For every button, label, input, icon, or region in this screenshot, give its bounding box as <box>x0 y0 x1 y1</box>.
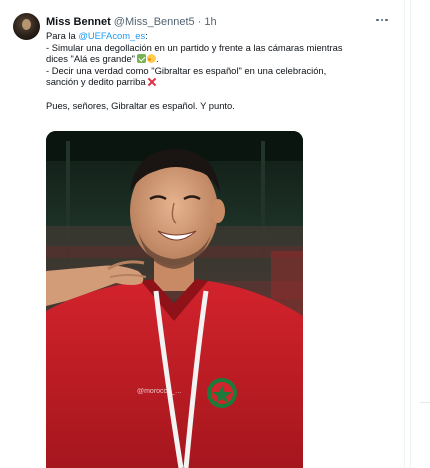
tweet-text-line: sanción y dedito parriba <box>46 76 376 88</box>
more-options-icon[interactable] <box>374 14 390 26</box>
tweet-text-line: - Decir una verdad como "Gibraltar es es… <box>46 64 327 76</box>
smiling-face-hearts-emoji-icon <box>147 54 156 64</box>
separator-dot: · <box>197 16 202 28</box>
right-sidebar-edge <box>410 0 430 468</box>
text-segment: : <box>145 30 148 41</box>
tweet-text-line: Para la @UEFAcom_es: <box>46 30 376 42</box>
avatar[interactable] <box>13 13 40 40</box>
tweet-text-line: - Simular una degollación en un partido … <box>46 41 343 53</box>
video-watermark: @morocco_… <box>137 388 182 395</box>
tweet-text-line: dices "Alá es grande". <box>46 53 376 65</box>
check-mark-emoji-icon <box>137 54 146 64</box>
text-segment: dices "Alá es grande" <box>46 53 135 65</box>
mention-link[interactable]: @UEFAcom_es <box>78 30 145 41</box>
tweet-media-video[interactable]: @morocco_… <box>46 131 303 468</box>
video-frame-image <box>46 131 303 468</box>
author-display-name[interactable]: Miss Bennet <box>46 16 111 28</box>
text-segment: sanción y dedito parriba <box>46 76 146 88</box>
tweet-card[interactable]: Miss Bennet @Miss_Bennet5 · 1h Para la @… <box>0 0 405 468</box>
tweet-timestamp[interactable]: 1h <box>204 16 216 28</box>
author-handle[interactable]: @Miss_Bennet5 <box>114 16 195 28</box>
tweet-text-line: Pues, señores, Gibraltar es español. Y p… <box>46 99 235 111</box>
avatar-face <box>22 19 31 30</box>
cross-mark-emoji-icon <box>148 77 157 86</box>
text-segment: . <box>156 53 159 65</box>
tweet-header: Miss Bennet @Miss_Bennet5 · 1h <box>46 14 217 30</box>
tweet-text: Para la @UEFAcom_es: - Simular una degol… <box>46 30 376 111</box>
text-segment: Para la <box>46 30 79 41</box>
sidebar-divider <box>420 402 430 403</box>
